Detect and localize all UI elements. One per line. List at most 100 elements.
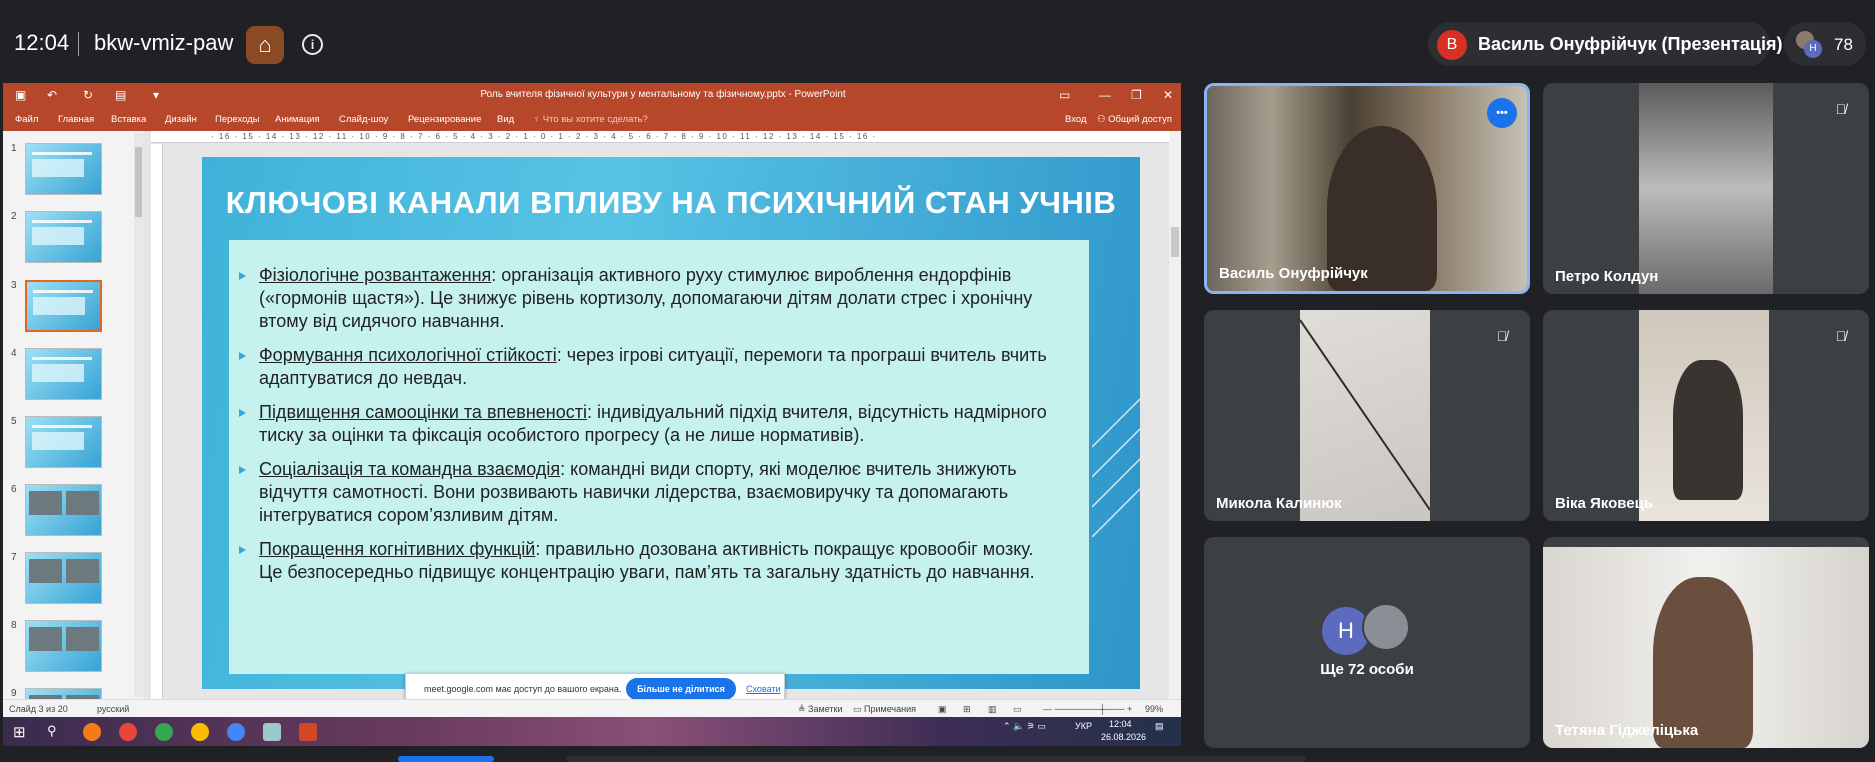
meeting-room-icon[interactable]: ⌂: [246, 26, 284, 64]
sorter-view-icon[interactable]: ⊞: [963, 704, 971, 715]
meeting-clock: 12:04: [14, 30, 70, 55]
chrome-icon[interactable]: [155, 723, 173, 741]
notes-button[interactable]: ≜ Заметки: [798, 704, 842, 715]
slide-thumbnail-6[interactable]: [25, 484, 102, 536]
tab-review[interactable]: Рецензирование: [408, 114, 481, 125]
presenter-chip[interactable]: В Василь Онуфрійчук (Презентація): [1428, 22, 1782, 66]
stop-sharing-button[interactable]: Більше не ділитися: [626, 678, 736, 700]
minimize-icon[interactable]: —: [1099, 88, 1111, 102]
control-bar: [566, 756, 1306, 762]
tray-icons[interactable]: ⌃ 🔈 ⚞ ▭: [1003, 721, 1046, 732]
search-icon[interactable]: ⚲: [47, 723, 65, 741]
share-label: Общий доступ: [1108, 114, 1172, 125]
status-bar: Слайд 3 из 20 русский ≜ Заметки ▭ Примеч…: [3, 699, 1181, 717]
maximize-icon[interactable]: ❐: [1131, 88, 1142, 102]
ribbon-tabs: Файл Главная Вставка Дизайн Переходы Ани…: [3, 109, 1181, 131]
redo-icon[interactable]: ↻: [83, 88, 93, 102]
avatar: В: [1437, 30, 1467, 60]
powerpoint-icon[interactable]: [299, 723, 317, 741]
tell-me-search[interactable]: ♀ Что вы хотите сделать?: [533, 114, 648, 125]
participant-tile[interactable]: 🎙̸ Микола Калинюк: [1204, 310, 1530, 521]
taskbar-time: 12:04: [1109, 719, 1132, 729]
current-slide[interactable]: КЛЮЧОВІ КАНАЛИ ВПЛИВУ НА ПСИХІЧНИЙ СТАН …: [202, 157, 1140, 689]
undo-icon[interactable]: ↶: [47, 88, 57, 102]
meeting-code: bkw-vmiz-paw: [94, 30, 234, 55]
vertical-ruler: [151, 144, 163, 699]
tab-insert[interactable]: Вставка: [111, 114, 146, 125]
share-notice-text: meet.google.com має доступ до вашого екр…: [424, 684, 622, 694]
firefox-icon[interactable]: [83, 723, 101, 741]
slide-thumbnail-7[interactable]: [25, 552, 102, 604]
participant-tile[interactable]: Тетяна Гіджеліцька: [1543, 537, 1869, 748]
participant-tile[interactable]: 🎙̸ Петро Колдун: [1543, 83, 1869, 294]
tab-home[interactable]: Главная: [58, 114, 94, 125]
zoom-level[interactable]: 99%: [1145, 704, 1163, 714]
tab-file[interactable]: Файл: [15, 114, 38, 125]
cable-line: [1300, 319, 1430, 511]
share-button[interactable]: ⚇ Общий доступ: [1097, 114, 1172, 125]
hide-link[interactable]: Сховати: [746, 684, 781, 694]
sign-in-link[interactable]: Вход: [1065, 114, 1087, 125]
windows-taskbar: ⊞ ⚲ ⌃ 🔈 ⚞ ▭ УКР 12:04 26.08.2026 ▤: [3, 717, 1181, 746]
thumb-number: 6: [11, 484, 17, 495]
thumbnails-scrollbar[interactable]: [134, 133, 143, 697]
slide-thumbnail-2[interactable]: [25, 211, 102, 263]
participants-button[interactable]: Н 78: [1784, 22, 1866, 66]
ribbon-display-icon[interactable]: ▭: [1059, 88, 1070, 102]
language-status[interactable]: русский: [97, 704, 129, 714]
bullet-item: Соціалізація та командна взаємодія: кома…: [229, 458, 1089, 527]
bullet-heading: Соціалізація та командна взаємодія: [259, 459, 561, 479]
slideshow-view-icon[interactable]: ▭: [1013, 704, 1022, 715]
tab-transitions[interactable]: Переходы: [215, 114, 260, 125]
shared-screen-powerpoint: ▣ ↶ ↻ ▤ ▾ Роль вчителя фізичної культури…: [3, 83, 1181, 746]
save-icon[interactable]: ▣: [15, 88, 26, 102]
bullet-heading: Підвищення самооцінки та впевненості: [259, 402, 587, 422]
bullet-item: Фізіологічне розвантаження: організація …: [229, 264, 1089, 333]
editor-scrollbar[interactable]: [1169, 131, 1181, 699]
bullet-item: Підвищення самооцінки та впевненості: ін…: [229, 401, 1089, 447]
slideshow-icon[interactable]: ▤: [115, 88, 126, 102]
decorative-lines: [1092, 397, 1140, 537]
reading-view-icon[interactable]: ▥: [988, 704, 997, 715]
bullet-heading: Покращення когнітивних функцій: [259, 539, 536, 559]
thumb-number: 7: [11, 552, 17, 563]
slide-thumbnail-5[interactable]: [25, 416, 102, 468]
slide-thumbnail-9[interactable]: [25, 688, 102, 699]
slide-title: КЛЮЧОВІ КАНАЛИ ВПЛИВУ НА ПСИХІЧНИЙ СТАН …: [225, 185, 1117, 220]
participant-tile[interactable]: 🎙̸ Віка Яковець: [1543, 310, 1869, 521]
thumb-number: 2: [11, 211, 17, 222]
slide-thumbnail-1[interactable]: [25, 143, 102, 195]
notification-icon[interactable]: ▤: [1155, 721, 1164, 732]
taskbar-date: 26.08.2026: [1101, 732, 1147, 742]
comments-button[interactable]: ▭ Примечания: [853, 704, 916, 715]
zoom-slider[interactable]: — ───────┼─── +: [1043, 704, 1132, 714]
app-icon[interactable]: [263, 723, 281, 741]
customize-icon[interactable]: ▾: [153, 88, 159, 102]
participant-name: Василь Онуфрійчук: [1219, 265, 1368, 282]
tab-design[interactable]: Дизайн: [165, 114, 197, 125]
participant-name: Петро Колдун: [1555, 268, 1659, 285]
close-icon[interactable]: ✕: [1163, 88, 1173, 102]
tab-animations[interactable]: Анимация: [275, 114, 320, 125]
more-participants-tile[interactable]: Н Ще 72 особи: [1204, 537, 1530, 748]
windows-start-icon[interactable]: ⊞: [13, 723, 31, 741]
person-icon: ⚇: [1097, 114, 1109, 125]
info-icon[interactable]: i: [302, 34, 323, 55]
bullet-item: Формування психологічної стійкості: чере…: [229, 344, 1089, 390]
avatar: [1362, 603, 1410, 651]
tab-view[interactable]: Вид: [497, 114, 514, 125]
slide-thumbnail-8[interactable]: [25, 620, 102, 672]
chrome-icon[interactable]: [191, 723, 209, 741]
bottom-controls-strip: [0, 752, 1875, 762]
normal-view-icon[interactable]: ▣: [938, 704, 947, 715]
bullet-list: Фізіологічне розвантаження: організація …: [229, 264, 1089, 595]
participant-tile[interactable]: ••• Василь Онуфрійчук: [1204, 83, 1530, 294]
slide-thumbnail-3[interactable]: [25, 280, 102, 332]
input-language[interactable]: УКР: [1075, 721, 1092, 731]
viber-icon[interactable]: [227, 723, 245, 741]
lightbulb-icon: ♀: [533, 114, 543, 125]
control-button[interactable]: [398, 756, 494, 762]
chrome-icon[interactable]: [119, 723, 137, 741]
slide-thumbnail-4[interactable]: [25, 348, 102, 400]
tab-slideshow[interactable]: Слайд-шоу: [339, 114, 388, 125]
